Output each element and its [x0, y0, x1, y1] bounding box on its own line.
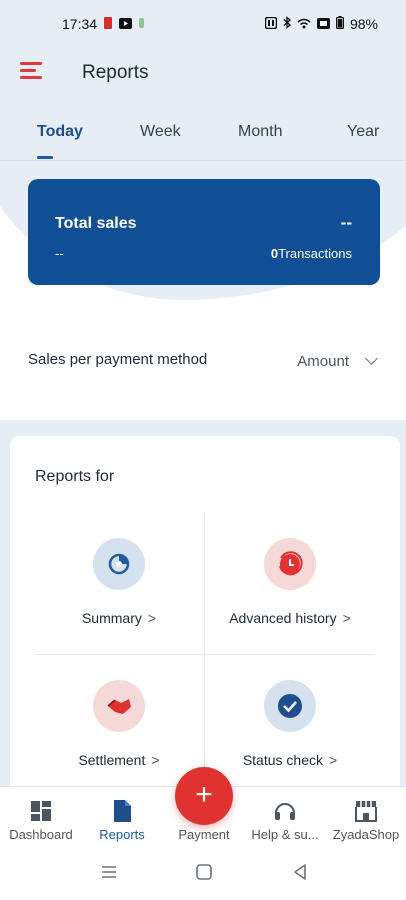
headset-icon	[273, 799, 297, 823]
transactions-count: 0Transactions	[271, 246, 352, 261]
wifi-icon	[297, 16, 311, 32]
reports-heading: Reports for	[35, 468, 115, 485]
bluetooth-icon	[283, 16, 291, 32]
payment-method-label: Sales per payment method	[28, 351, 208, 368]
report-advanced-history-label: Advanced history >	[229, 610, 351, 626]
tab-year[interactable]: Year	[347, 123, 379, 141]
amount-dropdown-value: Amount	[297, 352, 349, 370]
dashboard-icon	[29, 799, 53, 823]
status-check-icon	[264, 680, 316, 732]
cast-icon	[316, 16, 330, 32]
report-settlement[interactable]: Settlement >	[34, 656, 204, 776]
shop-icon	[354, 799, 378, 823]
nfc-icon	[264, 16, 278, 32]
status-time: 17:34	[62, 16, 98, 32]
payment-fab-button[interactable]: +	[175, 767, 233, 825]
chat-notification-icon	[138, 16, 146, 32]
report-status-check[interactable]: Status check >	[205, 656, 375, 776]
tabs-divider	[0, 160, 406, 161]
nav-help-support[interactable]: Help & su...	[244, 787, 326, 847]
tab-today[interactable]: Today	[37, 123, 83, 141]
amount-dropdown[interactable]: Amount	[297, 349, 380, 373]
grid-divider-horizontal	[35, 654, 375, 655]
hamburger-menu-icon[interactable]	[20, 60, 44, 82]
reports-card: Reports for Summary> Advanced history>	[10, 436, 400, 796]
report-advanced-history[interactable]: Advanced history >	[205, 514, 375, 634]
total-sales-sub-value: --	[55, 246, 64, 261]
plus-icon: +	[195, 778, 213, 811]
reports-icon	[110, 799, 134, 823]
total-sales-title: Total sales	[55, 215, 137, 232]
tab-month[interactable]: Month	[238, 123, 282, 141]
transactions-number: 0	[270, 246, 279, 261]
app-notification-icon	[103, 16, 113, 32]
total-sales-value: --	[340, 213, 352, 232]
home-icon[interactable]	[192, 860, 216, 884]
advanced-history-icon	[264, 538, 316, 590]
nav-zyadashop[interactable]: ZyadaShop	[326, 787, 406, 847]
status-bar: 17:34 98%	[0, 0, 406, 48]
youtube-icon	[119, 16, 133, 32]
active-tab-indicator	[37, 156, 53, 159]
system-navigation-bar	[0, 846, 406, 900]
settlement-icon	[93, 680, 145, 732]
report-settlement-label: Settlement >	[78, 752, 160, 768]
tab-week[interactable]: Week	[140, 123, 181, 141]
summary-icon	[93, 538, 145, 590]
report-summary-label: Summary >	[81, 610, 157, 626]
chevron-down-icon	[365, 352, 378, 365]
back-icon[interactable]	[288, 860, 312, 884]
nav-dashboard[interactable]: Dashboard	[0, 787, 82, 847]
recent-apps-icon[interactable]	[97, 860, 121, 884]
battery-icon	[335, 16, 344, 32]
report-status-check-label: Status check >	[242, 752, 338, 768]
period-tabs: Today Week Month Year	[0, 120, 406, 160]
nav-reports[interactable]: Reports	[82, 787, 162, 847]
payment-method-row: Sales per payment method Amount	[28, 349, 380, 373]
total-sales-card: Total sales -- -- 0Transactions	[28, 179, 380, 285]
transactions-label: Transactions	[278, 246, 352, 261]
report-summary[interactable]: Summary >	[34, 514, 204, 634]
battery-percent: 98%	[349, 16, 378, 32]
page-title: Reports	[82, 62, 149, 83]
